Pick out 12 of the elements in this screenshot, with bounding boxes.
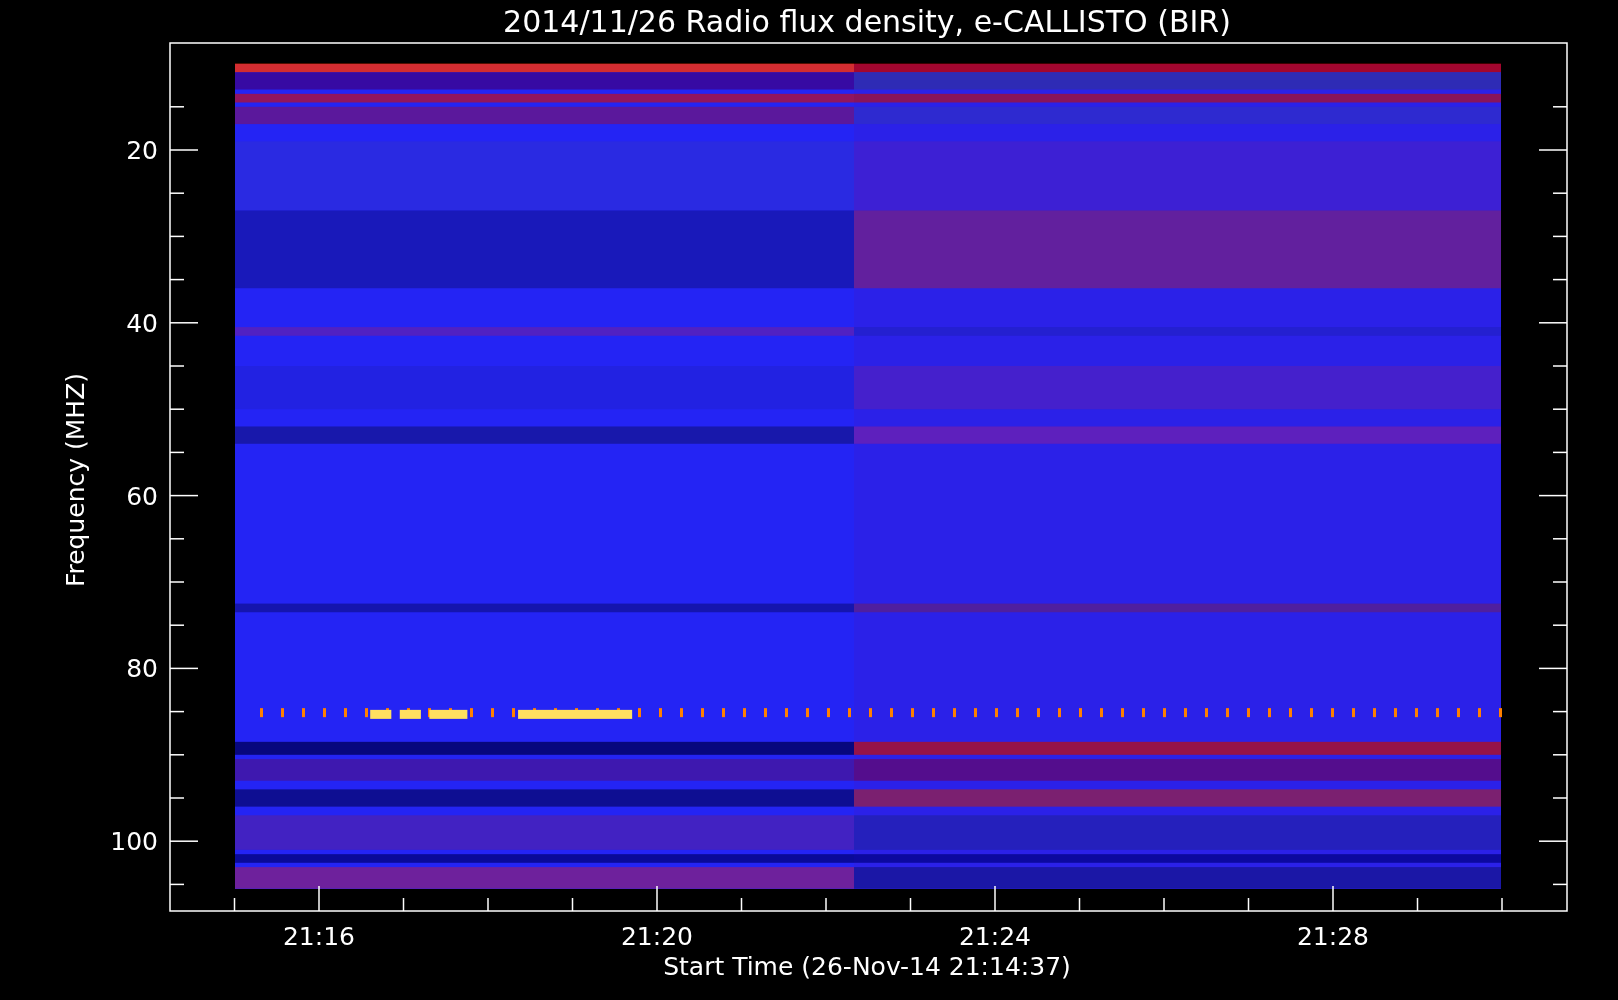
- y-tick-label: 100: [110, 827, 158, 857]
- y-tick-label: 80: [126, 654, 158, 684]
- y-tick-label: 60: [126, 481, 158, 511]
- chart-title: 2014/11/26 Radio flux density, e-CALLISTO (BIR): [503, 4, 1231, 39]
- y-axis-label: Frequency (MHZ): [61, 372, 90, 588]
- x-tick-label: 21:16: [283, 922, 355, 951]
- y-tick-label: 40: [126, 308, 158, 338]
- x-tick-label: 21:28: [1297, 922, 1369, 951]
- y-tick-label: 20: [126, 136, 158, 165]
- x-tick-label: 21:20: [621, 922, 693, 951]
- x-axis-label: Start Time (26-Nov-14 21:14:37): [663, 952, 1071, 981]
- x-tick-label: 21:24: [959, 922, 1031, 951]
